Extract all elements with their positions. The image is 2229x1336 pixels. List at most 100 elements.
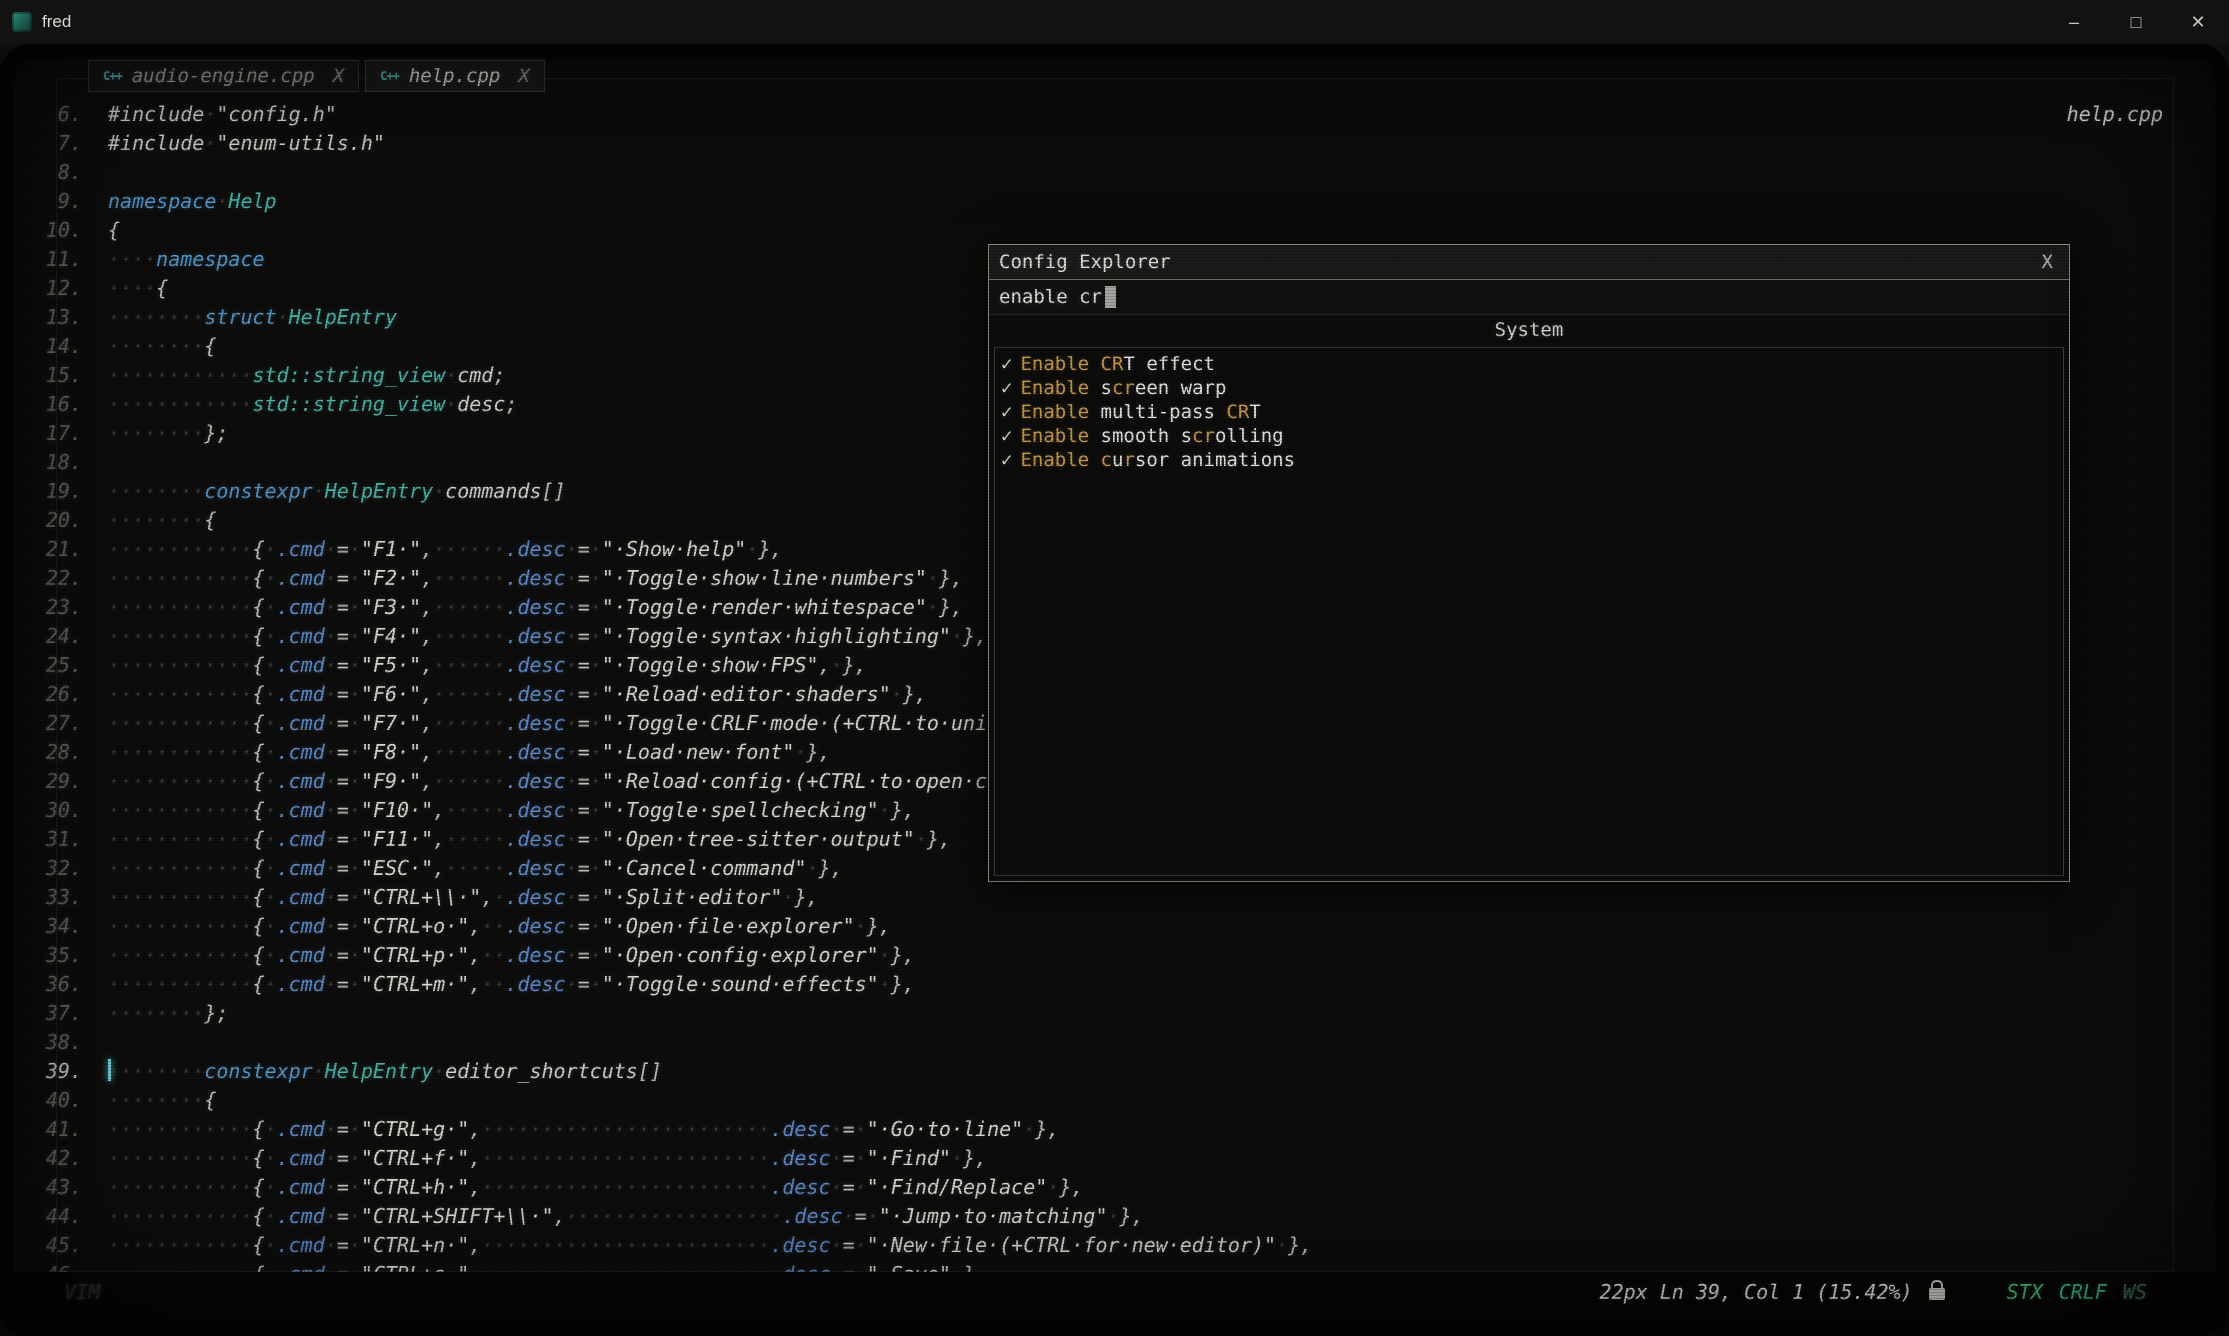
code-token: "·Toggle·sound·effects"	[602, 972, 879, 996]
code-line[interactable]: 9.namespace·Help	[20, 187, 1312, 216]
code-token: =	[337, 1117, 349, 1141]
code-token: ·	[855, 1175, 867, 1199]
code-token: ·	[265, 1146, 277, 1170]
code-token: =	[578, 885, 590, 909]
code-line[interactable]: 38.	[20, 1028, 1312, 1057]
close-button[interactable]: ✕	[2167, 0, 2229, 44]
config-label-segment: CR	[1226, 401, 1249, 423]
code-line[interactable]: 36.············{·.cmd·=·"CTRL+m·",··.des…	[20, 970, 1312, 999]
code-line[interactable]: 43.············{·.cmd·=·"CTRL+h·",······…	[20, 1173, 1312, 1202]
code-token: ·	[1047, 1175, 1059, 1199]
maximize-button[interactable]: □	[2105, 0, 2167, 44]
code-token: ····	[108, 247, 156, 271]
checkbox-checked-icon: ✓	[1001, 449, 1012, 471]
code-line-text: ············{·.cmd·=·"CTRL+f·",·········…	[82, 1144, 987, 1173]
code-token: ·	[855, 1117, 867, 1141]
config-label-segment: cr	[1112, 377, 1135, 399]
code-line-text: ········constexpr·HelpEntry·editor_short…	[82, 1057, 662, 1086]
code-token: ·	[265, 1117, 277, 1141]
code-token: .desc	[505, 943, 565, 967]
tab-close-icon[interactable]: X	[333, 65, 344, 87]
code-token: HelpEntry	[325, 479, 433, 503]
line-number: 20.	[20, 506, 82, 535]
code-token: .desc	[505, 769, 565, 793]
code-token: ·	[349, 885, 361, 909]
code-token: ·	[843, 1204, 855, 1228]
code-token: ············	[108, 1175, 253, 1199]
code-token: =	[578, 827, 590, 851]
line-number: 32.	[20, 854, 82, 883]
code-token: "F6·"	[361, 682, 421, 706]
code-token: ·	[325, 972, 337, 996]
code-token: ·	[325, 885, 337, 909]
code-token: ,	[421, 624, 433, 648]
code-token: ·	[325, 1233, 337, 1257]
config-search-input[interactable]: enable cr	[989, 280, 2069, 315]
lock-icon	[1929, 1288, 1945, 1300]
code-token: ·	[590, 856, 602, 880]
code-line[interactable]: 41.············{·.cmd·=·"CTRL+g·",······…	[20, 1115, 1312, 1144]
code-line-text: {	[82, 216, 120, 245]
code-line[interactable]: 6.#include·"config.h"	[20, 100, 1312, 129]
code-token: ·	[313, 1059, 325, 1083]
code-token: ·	[349, 972, 361, 996]
code-line-text: ············{·.cmd·=·"CTRL+p·",··.desc·=…	[82, 941, 915, 970]
code-token: ········	[108, 421, 204, 445]
code-token: ,	[421, 653, 433, 677]
code-line[interactable]: 42.············{·.cmd·=·"CTRL+f·",······…	[20, 1144, 1312, 1173]
config-section-header: System	[989, 319, 2069, 341]
code-line[interactable]: 34.············{·.cmd·=·"CTRL+o·",··.des…	[20, 912, 1312, 941]
code-token: ·	[566, 943, 578, 967]
tab-audio-engine[interactable]: C++ audio-engine.cpp X	[88, 60, 359, 92]
code-token: ·	[831, 1146, 843, 1170]
code-token: ,	[469, 943, 481, 967]
code-line[interactable]: 40.········{	[20, 1086, 1312, 1115]
code-token: ,	[469, 1117, 481, 1141]
code-line[interactable]: 39.········constexpr·HelpEntry·editor_sh…	[20, 1057, 1312, 1086]
code-line[interactable]: 33.············{·.cmd·=·"CTRL+\\·",·.des…	[20, 883, 1312, 912]
config-label-segment: Enable	[1020, 353, 1089, 375]
config-option[interactable]: ✓Enable cursor animations	[997, 448, 2061, 472]
minimize-button[interactable]: –	[2043, 0, 2105, 44]
code-token: {	[156, 276, 168, 300]
config-option[interactable]: ✓Enable CRT effect	[997, 352, 2061, 376]
config-option[interactable]: ✓Enable multi-pass CRT	[997, 400, 2061, 424]
code-token: ·	[349, 1204, 361, 1228]
code-token: ·	[831, 1117, 843, 1141]
code-token: ·	[590, 943, 602, 967]
code-token: "F7·"	[361, 711, 421, 735]
code-token: =	[337, 566, 349, 590]
config-option[interactable]: ✓Enable smooth scrolling	[997, 424, 2061, 448]
code-token: ·	[590, 972, 602, 996]
code-token: ,	[469, 1233, 481, 1257]
config-option[interactable]: ✓Enable screen warp	[997, 376, 2061, 400]
window-controls: – □ ✕	[2043, 0, 2229, 44]
code-token: ·	[325, 740, 337, 764]
code-token: ·	[349, 624, 361, 648]
code-token: =	[578, 769, 590, 793]
code-line[interactable]: 8.	[20, 158, 1312, 187]
checkbox-checked-icon: ✓	[1001, 377, 1012, 399]
code-token: {	[253, 827, 265, 851]
code-line[interactable]: 10.{	[20, 216, 1312, 245]
code-token: ·	[265, 653, 277, 677]
code-line[interactable]: 44.············{·.cmd·=·"CTRL+SHIFT+\\·"…	[20, 1202, 1312, 1231]
code-token: ·	[265, 1233, 277, 1257]
code-token: ·	[806, 856, 818, 880]
tab-help[interactable]: C++ help.cpp X	[365, 60, 545, 92]
popup-close-icon[interactable]: X	[2042, 251, 2059, 273]
code-token: },	[794, 885, 818, 909]
code-token: "·Go·to·line"	[867, 1117, 1024, 1141]
code-line-text: ········{	[82, 332, 216, 361]
code-line[interactable]: 35.············{·.cmd·=·"CTRL+p·",··.des…	[20, 941, 1312, 970]
code-line-text: ············{·.cmd·=·"F6·",······.desc·=…	[82, 680, 927, 709]
code-line[interactable]: 7.#include·"enum-utils.h"	[20, 129, 1312, 158]
code-token: .cmd	[277, 1204, 325, 1228]
code-token: ·	[313, 479, 325, 503]
config-label-segment: een warp	[1135, 377, 1227, 399]
code-token: "CTRL+o·"	[361, 914, 469, 938]
code-line[interactable]: 37.········};	[20, 999, 1312, 1028]
tab-close-icon[interactable]: X	[518, 65, 529, 87]
config-option-label: Enable multi-pass CRT	[1020, 401, 1260, 423]
code-line[interactable]: 45.············{·.cmd·=·"CTRL+n·",······…	[20, 1231, 1312, 1260]
